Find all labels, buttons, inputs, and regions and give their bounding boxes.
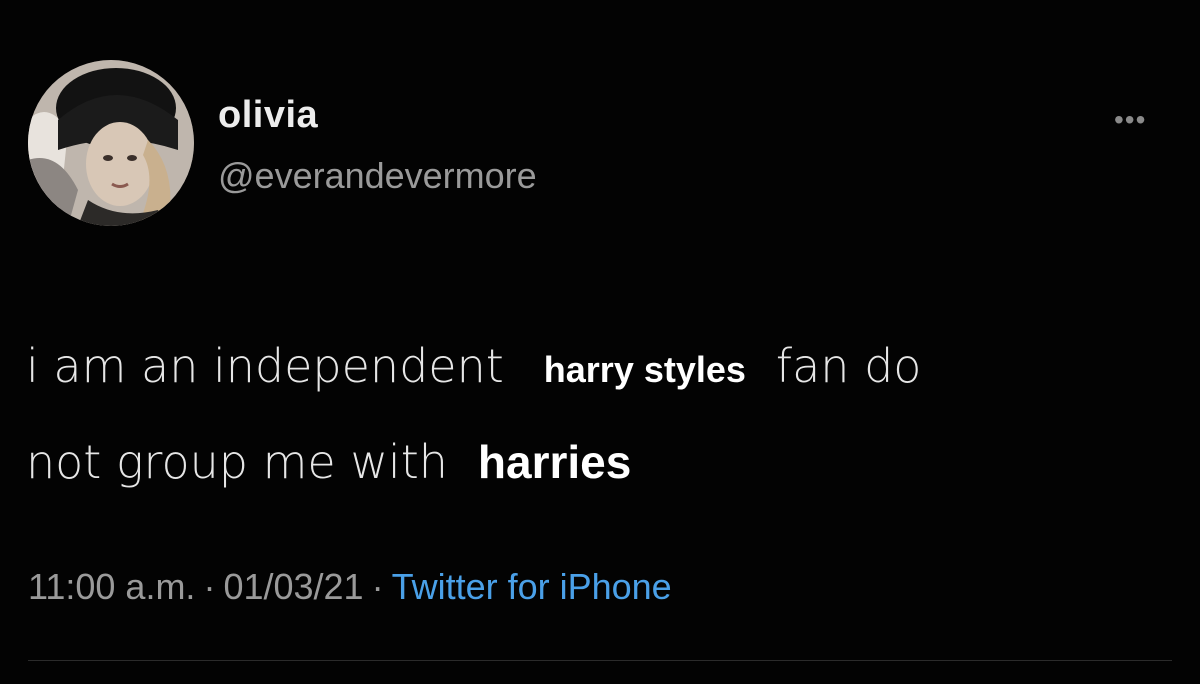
- tweet-date[interactable]: 01/03/21: [223, 566, 363, 607]
- tweet-text: i am an independent harry styles fan do no…: [26, 320, 1186, 508]
- tweet-text-line-1: i am an independent harry styles fan do: [26, 320, 1186, 416]
- avatar[interactable]: [28, 60, 194, 226]
- divider: [28, 660, 1172, 661]
- tweet-metadata: 11:00 a.m. · 01/03/21 · Twitter for iPhone: [28, 566, 672, 608]
- tweet-text-line-2: not group me with harries: [26, 416, 1186, 508]
- separator-dot: ·: [203, 566, 216, 607]
- tweet-time[interactable]: 11:00 a.m.: [28, 566, 195, 607]
- separator-dot: ·: [371, 566, 384, 607]
- user-handle[interactable]: @everandevermore: [218, 155, 537, 197]
- tweet-text-segment: fan do: [775, 339, 922, 393]
- display-name[interactable]: olivia: [218, 94, 318, 137]
- tweet-source-link[interactable]: Twitter for iPhone: [392, 566, 672, 607]
- tweet-text-segment: i am an independent: [26, 339, 504, 393]
- tweet-text-emphasis: harry styles: [543, 349, 746, 390]
- more-options-icon[interactable]: •••: [1114, 104, 1146, 136]
- avatar-photo: [28, 60, 194, 226]
- tweet-text-emphasis: harries: [477, 436, 632, 488]
- tweet-card: olivia @everandevermore ••• i am an inde…: [0, 0, 1200, 684]
- tweet-text-segment: not group me with: [26, 435, 448, 489]
